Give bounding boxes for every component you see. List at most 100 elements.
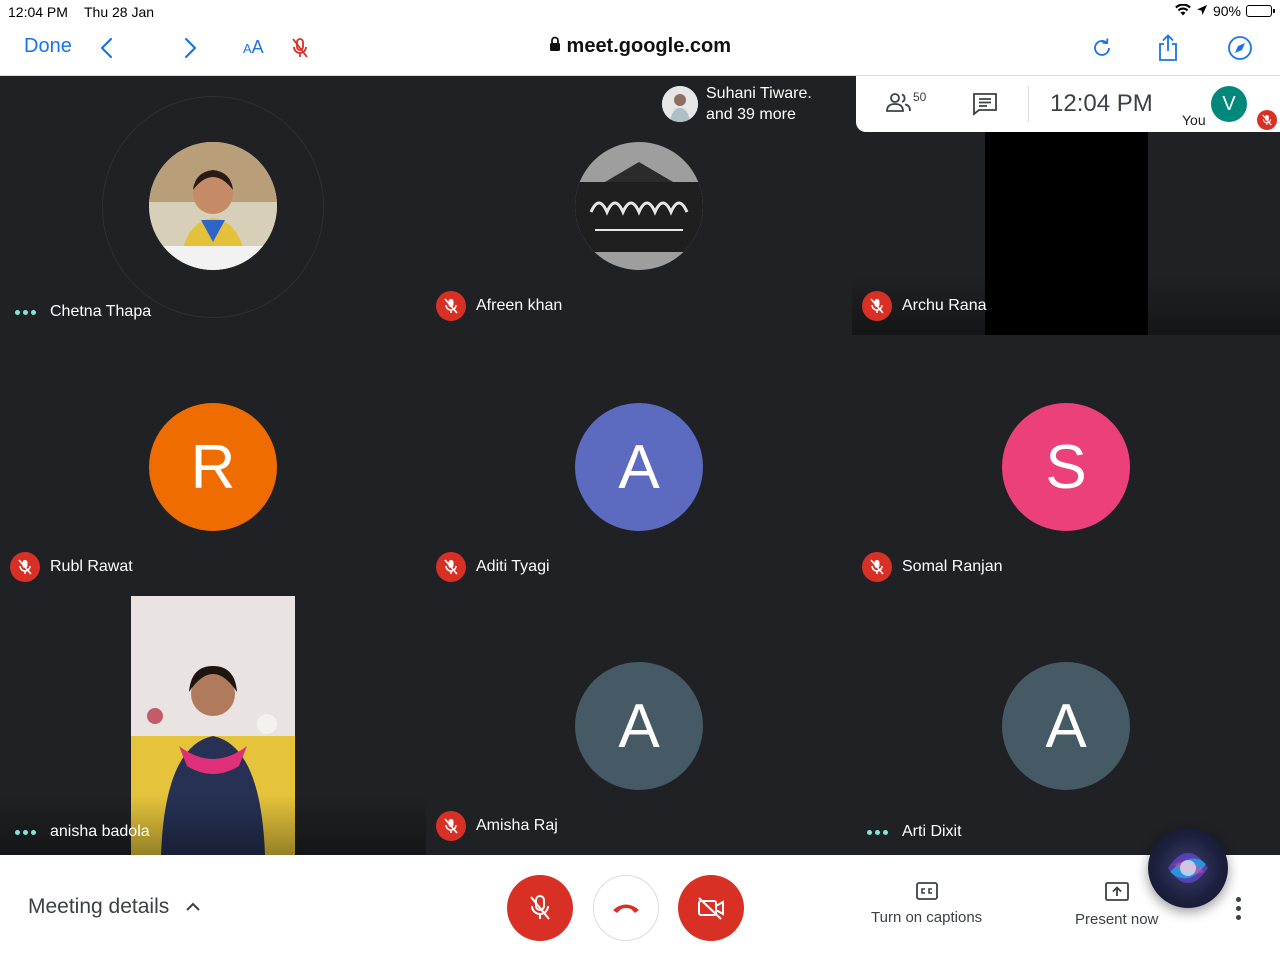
participant-avatar: A [575, 662, 703, 790]
back-button[interactable] [90, 32, 122, 64]
url-text[interactable]: meet.google.com [567, 35, 731, 57]
people-icon [886, 93, 911, 112]
participant-name: anisha badola [50, 823, 150, 840]
present-now-label: Present now [1075, 911, 1159, 928]
mic-off-icon [436, 291, 466, 321]
share-button[interactable] [1152, 32, 1184, 64]
presenter-chip[interactable]: Suhani Tiware. and 39 more [652, 76, 856, 132]
text-size-large: A [251, 37, 264, 57]
closed-captions-icon [915, 882, 938, 900]
meeting-clock: 12:04 PM [1050, 90, 1153, 117]
meeting-details-button[interactable]: Meeting details [28, 895, 201, 919]
participant-name: Rubl Rawat [50, 558, 133, 575]
name-row: Archu Rana [862, 291, 987, 321]
name-row: Aditi Tyagi [436, 552, 550, 582]
participant-name: Somal Ranjan [902, 558, 1003, 575]
chat-icon [973, 93, 997, 116]
participant-photo [575, 142, 703, 270]
status-date: Thu 28 Jan [84, 4, 155, 20]
participant-name: Arti Dixit [902, 823, 962, 840]
mic-off-icon [10, 552, 40, 582]
compass-icon [1228, 36, 1252, 60]
wifi-icon [1175, 3, 1191, 19]
forward-button[interactable] [175, 32, 207, 64]
share-icon [1159, 34, 1177, 61]
name-row: Chetna Thapa [10, 303, 151, 321]
siri-orb-icon[interactable] [1148, 828, 1228, 908]
meeting-top-bar: Suhani Tiware. and 39 more 50 12:04 PM Y… [652, 76, 1280, 132]
text-size-button[interactable]: AA [243, 37, 264, 58]
present-screen-icon [1104, 882, 1129, 901]
location-arrow-icon [1196, 3, 1208, 19]
participant-name: Chetna Thapa [50, 303, 152, 320]
name-row: Rubl Rawat [10, 552, 133, 582]
participant-name: Afreen khan [476, 297, 563, 314]
mic-off-icon [1257, 110, 1277, 130]
presenter-text: Suhani Tiware. and 39 more [706, 83, 812, 125]
participant-photo [149, 142, 277, 270]
participant-avatar: A [575, 403, 703, 531]
leave-call-button[interactable] [593, 875, 659, 941]
status-indicators: 90% [1175, 3, 1275, 19]
self-avatar[interactable]: V [1211, 86, 1247, 122]
participants-button[interactable]: 50 [886, 90, 926, 114]
mic-off-icon [436, 811, 466, 841]
lock-icon [549, 35, 561, 57]
captions-button[interactable]: Turn on captions [871, 881, 982, 926]
self-label: You [1182, 112, 1206, 128]
mic-off-indicator[interactable] [284, 32, 316, 64]
participant-tile[interactable]: A Amisha Raj [426, 596, 852, 855]
participant-tile[interactable]: A Arti Dixit [852, 596, 1280, 855]
mic-off-icon [292, 38, 308, 58]
speaking-dots-icon [862, 829, 892, 835]
captions-label: Turn on captions [871, 909, 983, 926]
participant-tile[interactable]: R Rubl Rawat [0, 337, 426, 596]
name-row: anisha badola [10, 823, 150, 841]
participant-name: Aditi Tyagi [476, 558, 550, 575]
speaking-dots-icon [10, 829, 40, 835]
participant-tile[interactable]: S Somal Ranjan [852, 337, 1280, 596]
safari-compass-button[interactable] [1224, 32, 1256, 64]
chat-button[interactable] [972, 92, 998, 121]
participant-tile[interactable]: anisha badola [0, 596, 426, 855]
toggle-mic-button[interactable] [507, 875, 573, 941]
mic-off-icon [862, 291, 892, 321]
chevron-right-icon [184, 37, 197, 59]
mic-off-icon [530, 895, 550, 920]
presenter-name: Suhani Tiware. [706, 85, 812, 102]
battery-percent: 90% [1212, 3, 1241, 19]
speaking-dots-icon [10, 309, 40, 315]
meeting-details-label: Meeting details [28, 895, 170, 918]
text-size-small: A [243, 41, 252, 56]
reload-button[interactable] [1086, 32, 1118, 64]
done-button[interactable]: Done [24, 35, 72, 58]
name-row: Arti Dixit [862, 823, 962, 841]
present-now-button[interactable]: Present now [1075, 881, 1158, 928]
mic-off-icon [862, 552, 892, 582]
info-bar: 50 12:04 PM You V [856, 76, 1280, 132]
participant-avatar: S [1002, 403, 1130, 531]
name-row: Afreen khan [436, 291, 562, 321]
divider [1028, 86, 1029, 122]
presenter-more: and 39 more [706, 106, 796, 123]
participant-tile[interactable]: Chetna Thapa [0, 76, 426, 335]
participant-tile[interactable]: A Aditi Tyagi [426, 337, 852, 596]
participant-avatar: R [149, 403, 277, 531]
browser-toolbar: Done AA meet.google.com [0, 24, 1280, 76]
presenter-avatar [662, 86, 698, 122]
more-options-button[interactable] [1236, 897, 1241, 920]
hang-up-icon [613, 904, 639, 913]
participant-name: Archu Rana [902, 297, 987, 314]
mic-off-icon [436, 552, 466, 582]
meeting-controls-bar: Meeting details Turn on captions Present… [0, 855, 1280, 960]
ios-status-bar: 12:04 PM Thu 28 Jan 90% [0, 0, 1280, 24]
status-time: 12:04 PM [8, 4, 68, 20]
name-row: Somal Ranjan [862, 552, 1003, 582]
camera-off-icon [698, 897, 724, 920]
battery-icon [1246, 5, 1275, 17]
participant-avatar: A [1002, 662, 1130, 790]
participants-count: 50 [913, 90, 927, 104]
toggle-camera-button[interactable] [678, 875, 744, 941]
participant-name: Amisha Raj [476, 817, 558, 834]
name-row: Amisha Raj [436, 811, 558, 841]
